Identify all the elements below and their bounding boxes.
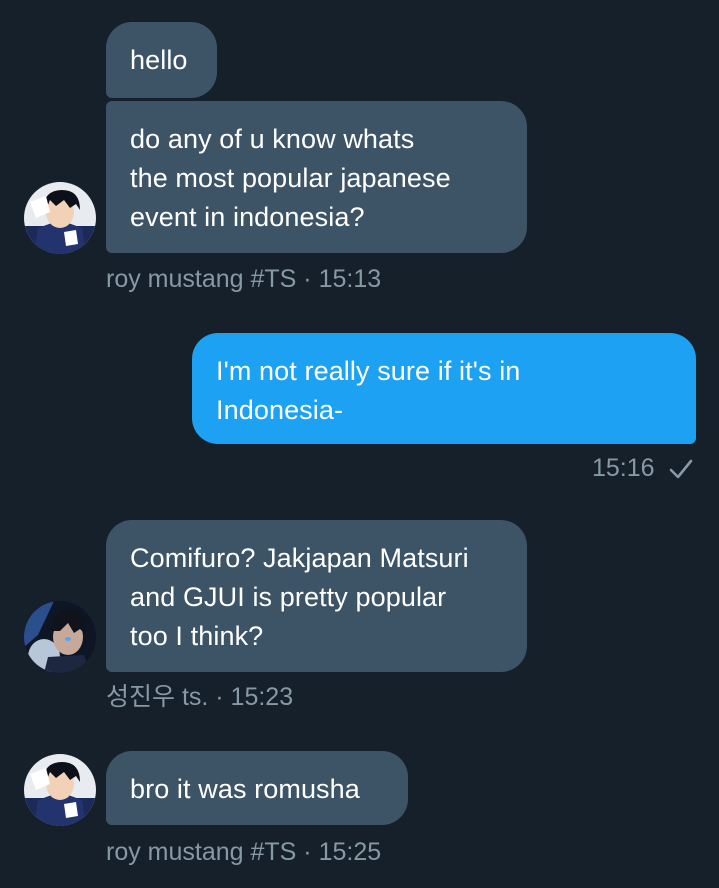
sent-time: 15:16	[592, 454, 655, 482]
message-bubble-comifuro[interactable]: Comifuro? Jakjapan Matsuri and GJUI is p…	[106, 520, 527, 672]
message-bubble-romusha[interactable]: bro it was romusha	[106, 751, 408, 825]
roy-mustang-avatar[interactable]	[24, 754, 96, 826]
checkmark-icon	[669, 459, 693, 479]
avatar-image	[24, 754, 96, 826]
message-bubble-question[interactable]: do any of u know whats the most popular …	[106, 101, 527, 253]
avatar-image	[24, 601, 96, 673]
message-bubble-hello[interactable]: hello	[106, 22, 217, 98]
roy-mustang-avatar[interactable]	[24, 182, 96, 254]
sung-jinwoo-avatar[interactable]	[24, 601, 96, 673]
sender-meta-roy-2: roy mustang #TS · 15:25	[106, 838, 382, 866]
message-bubble-sent[interactable]: I'm not really sure if it's in Indonesia…	[192, 333, 696, 444]
avatar-image	[24, 182, 96, 254]
sender-meta-roy-1: roy mustang #TS · 15:13	[106, 265, 382, 293]
sender-meta-jinwoo: 성진우 ts. · 15:23	[106, 683, 294, 711]
